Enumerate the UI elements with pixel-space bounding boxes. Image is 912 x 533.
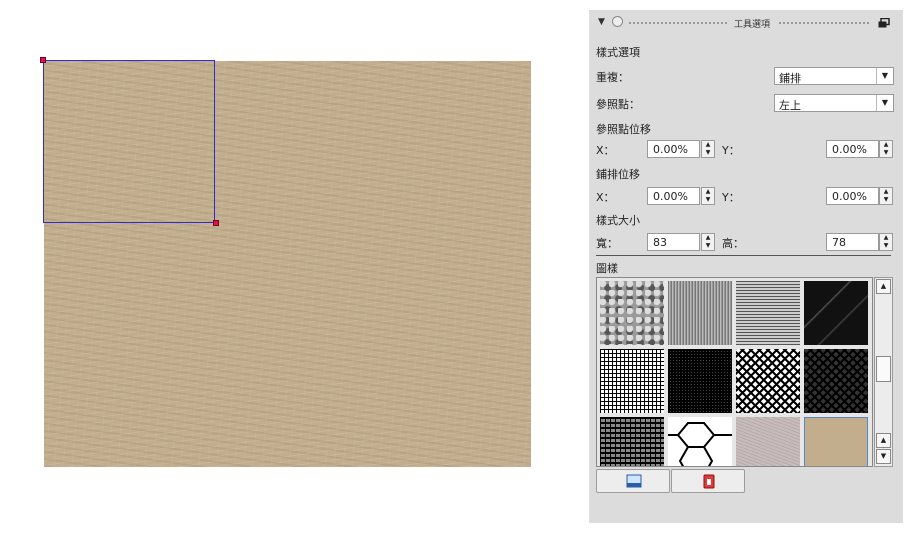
repeat-value: 鋪排 [779,72,801,85]
tile-handle-top-left[interactable] [40,57,46,63]
panel-title: 工具選項 [734,20,771,30]
height-input[interactable]: 78 [826,233,879,251]
triangle-down-icon[interactable]: ▼ [598,17,605,27]
delete-pattern-icon [703,474,715,489]
tile-x-value: 0.00% [653,190,688,203]
tool-options-panel: ▼ 工具選項 樣式選項 重複： 鋪排 ▼ 參照點： 左上 ▼ 參照點位移 X： … [589,10,903,523]
pattern-fine-noise[interactable] [668,281,732,345]
pattern-diamond-mesh-dark[interactable] [804,349,868,413]
width-label: 寬： [596,237,618,250]
repeat-label: 重複： [596,71,629,84]
panel-header: ▼ 工具選項 [589,10,903,36]
ref-point-value: 左上 [779,99,801,112]
height-value: 78 [832,236,846,249]
tile-y-value: 0.00% [832,190,867,203]
scroll-up-icon[interactable]: ▲ [876,279,891,294]
height-label: 高： [722,237,744,250]
chevron-down-icon[interactable]: ▼ [876,68,893,84]
circle-icon [612,16,623,27]
tile-x-input[interactable]: 0.00% [647,187,700,205]
ref-point-label: 參照點： [596,98,640,111]
ref-y-stepper[interactable]: ▲ ▼ [879,140,893,158]
pattern-grid-fine[interactable] [600,349,664,413]
header-grip-right[interactable] [779,22,869,24]
ref-x-label: X： [596,144,615,157]
pattern-label: 圖樣 [596,262,618,275]
tile-handle-bottom-right[interactable] [213,220,219,226]
pattern-granite[interactable] [600,281,664,345]
ref-y-input[interactable]: 0.00% [826,140,879,158]
repeat-select[interactable]: 鋪排 ▼ [774,67,894,85]
pattern-grid-stripes[interactable] [600,417,664,466]
pattern-horizontal-lines[interactable] [736,281,800,345]
ref-y-label: Y： [722,144,740,157]
pattern-black-marble[interactable] [804,281,868,345]
width-value: 83 [653,236,667,249]
ref-x-stepper[interactable]: ▲ ▼ [701,140,715,158]
scroll-down-icon[interactable]: ▼ [876,449,891,464]
ref-x-value: 0.00% [653,143,688,156]
pattern-scrollbar[interactable]: ▲ ▲ ▼ [874,277,893,467]
chevron-down-icon[interactable]: ▼ [876,95,893,111]
ref-x-input[interactable]: 0.00% [647,140,700,158]
header-grip-left[interactable] [629,22,729,24]
pattern-grid [596,277,873,467]
tile-x-stepper[interactable]: ▲ ▼ [701,187,715,205]
tile-x-label: X： [596,191,615,204]
scroll-thumb[interactable] [876,356,891,382]
size-label: 樣式大小 [596,214,640,227]
tile-y-label: Y： [722,191,740,204]
pattern-options-label: 樣式選項 [596,46,640,59]
import-pattern-button[interactable] [596,469,670,493]
detach-window-icon[interactable] [878,18,890,28]
scroll-up-icon[interactable]: ▲ [876,433,891,448]
delete-pattern-button[interactable] [671,469,745,493]
tile-offset-label: 鋪排位移 [596,168,640,181]
import-pattern-icon [626,474,642,488]
width-input[interactable]: 83 [647,233,700,251]
tile-bounds-rectangle[interactable] [43,60,215,223]
pattern-diamond-mesh[interactable] [736,349,800,413]
width-stepper[interactable]: ▲ ▼ [701,233,715,251]
pattern-sand[interactable] [804,417,868,466]
ref-y-value: 0.00% [832,143,867,156]
ref-offset-label: 參照點位移 [596,123,651,136]
separator [596,255,891,256]
pattern-hexagons[interactable] [668,417,732,467]
pattern-grid-dense[interactable] [668,349,732,413]
height-stepper[interactable]: ▲ ▼ [879,233,893,251]
tile-y-input[interactable]: 0.00% [826,187,879,205]
pattern-pink-noise[interactable] [736,417,800,466]
tile-y-stepper[interactable]: ▲ ▼ [879,187,893,205]
ref-point-select[interactable]: 左上 ▼ [774,94,894,112]
